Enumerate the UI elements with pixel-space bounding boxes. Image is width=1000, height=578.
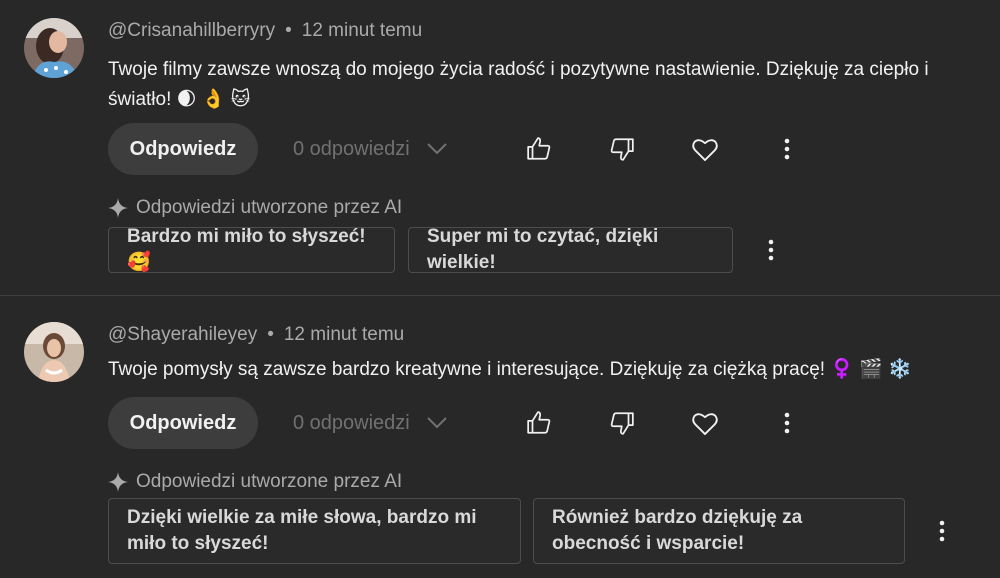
- ai-replies-label: Odpowiedzi utworzone przez AI: [108, 471, 402, 493]
- meta-separator: •: [285, 20, 292, 41]
- author-name[interactable]: @Crisanahillberryry: [108, 20, 275, 41]
- replies-count-label: 0 odpowiedzi: [293, 137, 410, 160]
- thumbs-down-icon: [610, 138, 634, 161]
- dislike-button[interactable]: [602, 397, 642, 449]
- suggested-reply-chip[interactable]: Również bardzo dziękuję za obecność i ws…: [533, 498, 905, 564]
- comment-menu-button[interactable]: [767, 123, 807, 175]
- reply-button[interactable]: Odpowiedz: [108, 397, 258, 449]
- suggested-reply-chip[interactable]: Super mi to czytać, dzięki wielkie!: [408, 226, 733, 273]
- ai-replies-text: Odpowiedzi utworzone przez AI: [136, 471, 403, 492]
- chevron-down-icon: [427, 143, 447, 155]
- author-name[interactable]: @Shayerahileyey: [108, 324, 257, 345]
- comment-menu-button[interactable]: [767, 397, 807, 449]
- suggestions-menu-button[interactable]: [751, 224, 791, 276]
- reply-button[interactable]: Odpowiedz: [108, 123, 258, 175]
- comment-text: Twoje pomysły są zawsze bardzo kreatywne…: [108, 359, 912, 380]
- timestamp[interactable]: 12 minut temu: [302, 20, 422, 41]
- heart-icon: [692, 413, 718, 436]
- more-vertical-icon: [768, 239, 774, 261]
- comment-2: @Shayerahileyey • 12 minut temu Twoje pomy…: [0, 295, 1000, 578]
- replies-count-label: 0 odpowiedzi: [293, 411, 410, 434]
- suggested-reply-chip[interactable]: Dzięki wielkie za miłe słowa, bardzo mi …: [108, 498, 521, 564]
- comment-meta: @Crisanahillberryry • 12 minut temu: [108, 20, 422, 42]
- suggestions-menu-button[interactable]: [922, 505, 962, 557]
- suggested-reply-chip[interactable]: Bardzo mi miło to słyszeć! 🥰: [108, 226, 395, 273]
- more-vertical-icon: [784, 138, 790, 160]
- avatar[interactable]: [24, 322, 84, 382]
- heart-button[interactable]: [685, 397, 725, 449]
- like-button[interactable]: [519, 123, 559, 175]
- heart-button[interactable]: [685, 123, 725, 175]
- heart-icon: [692, 139, 718, 162]
- dislike-button[interactable]: [602, 123, 642, 175]
- timestamp[interactable]: 12 minut temu: [284, 324, 404, 345]
- chevron-down-icon: [427, 417, 447, 429]
- replies-toggle[interactable]: 0 odpowiedzi: [293, 123, 448, 175]
- like-button[interactable]: [519, 397, 559, 449]
- comment-text: Twoje filmy zawsze wnoszą do mojego życi…: [108, 59, 929, 110]
- replies-toggle[interactable]: 0 odpowiedzi: [293, 397, 448, 449]
- ai-replies-text: Odpowiedzi utworzone przez AI: [136, 197, 403, 218]
- ai-replies-label: Odpowiedzi utworzone przez AI: [108, 197, 402, 219]
- thumbs-down-icon: [610, 412, 634, 435]
- comment-1: @Crisanahillberryry • 12 minut temu Twoje …: [0, 0, 1000, 296]
- meta-separator: •: [267, 324, 274, 345]
- sparkle-icon: [108, 198, 128, 218]
- more-vertical-icon: [939, 520, 945, 542]
- thumbs-up-icon: [527, 411, 551, 434]
- more-vertical-icon: [784, 412, 790, 434]
- thumbs-up-icon: [527, 137, 551, 160]
- sparkle-icon: [108, 472, 128, 492]
- avatar[interactable]: [24, 18, 84, 78]
- comment-meta: @Shayerahileyey • 12 minut temu: [108, 324, 404, 346]
